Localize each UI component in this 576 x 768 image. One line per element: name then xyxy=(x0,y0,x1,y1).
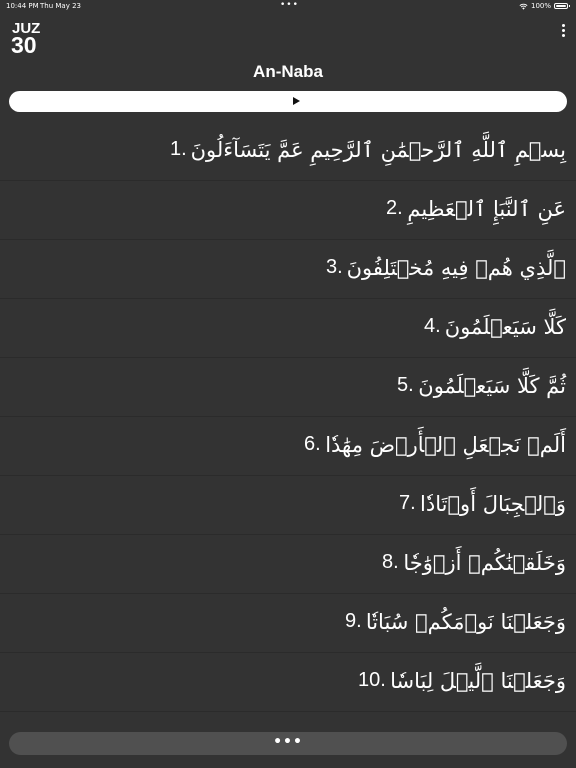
verse-number: 10. xyxy=(358,669,386,691)
status-time: 10:44 PM xyxy=(6,2,39,10)
verse-text: أَلَمۡ نَجۡعَلِ ٱلۡأَرۡضَ مِهَٰدٗا xyxy=(325,433,566,457)
vertical-ellipsis-icon[interactable] xyxy=(560,24,566,38)
verse-row[interactable]: كَلَّا سَيَعۡلَمُونَ 4. xyxy=(0,299,576,358)
verse-row[interactable]: بِسۡمِ ٱللَّهِ ٱلرَّحۡمَٰنِ ٱلرَّحِيمِ ع… xyxy=(0,122,576,181)
verse-text: بِسۡمِ ٱللَّهِ ٱلرَّحۡمَٰنِ ٱلرَّحِيمِ ع… xyxy=(190,138,566,162)
wifi-icon xyxy=(519,3,528,10)
verse-number: 3. xyxy=(326,256,343,278)
verse-number: 1. xyxy=(170,138,187,160)
verse-number: 6. xyxy=(304,433,321,455)
verse-row[interactable]: وَخَلَقۡنَٰكُمۡ أَزۡوَٰجٗا 8. xyxy=(0,535,576,594)
verse-row[interactable]: وَجَعَلۡنَا ٱلَّيۡلَ لِبَاسٗا 10. xyxy=(0,653,576,712)
status-date: Thu May 23 xyxy=(40,2,81,10)
verse-row[interactable]: أَلَمۡ نَجۡعَلِ ٱلۡأَرۡضَ مِهَٰدٗا 6. xyxy=(0,417,576,476)
battery-icon xyxy=(554,3,570,9)
status-right: 100% xyxy=(519,2,570,10)
multitasking-dots[interactable]: ••• xyxy=(280,0,299,10)
verse-number: 4. xyxy=(424,315,441,337)
battery-percent: 100% xyxy=(530,2,551,10)
verse-text: وَجَعَلۡنَا ٱلَّيۡلَ لِبَاسٗا xyxy=(390,669,566,693)
verse-text: وَٱلۡجِبَالَ أَوۡتَادٗا xyxy=(420,492,566,516)
verse-text: كَلَّا سَيَعۡلَمُونَ xyxy=(444,315,566,339)
verse-row[interactable]: ٱلَّذِي هُمۡ فِيهِ مُخۡتَلِفُونَ 3. xyxy=(0,240,576,299)
verse-text: ثُمَّ كَلَّا سَيَعۡلَمُونَ xyxy=(418,374,566,398)
play-icon xyxy=(293,97,300,105)
verse-number: 2. xyxy=(386,197,403,219)
verse-text: وَخَلَقۡنَٰكُمۡ أَزۡوَٰجٗا xyxy=(403,551,566,575)
verse-row[interactable]: وَجَعَلۡنَا نَوۡمَكُمۡ سُبَاتٗا 9. xyxy=(0,594,576,653)
surah-title: An-Naba xyxy=(253,62,323,81)
status-bar: 10:44 PM Thu May 23 ••• 100% xyxy=(0,0,576,12)
verse-text: وَجَعَلۡنَا نَوۡمَكُمۡ سُبَاتٗا xyxy=(365,610,566,634)
juz-number: 30 xyxy=(11,32,37,58)
verse-text: عَنِ ٱلنَّبَإِ ٱلۡعَظِيمِ xyxy=(407,197,566,221)
play-button[interactable] xyxy=(9,91,567,112)
verse-number: 9. xyxy=(345,610,362,632)
more-dots-icon: ••• xyxy=(273,734,303,750)
verse-row[interactable]: عَنِ ٱلنَّبَإِ ٱلۡعَظِيمِ 2. xyxy=(0,181,576,240)
more-button[interactable]: ••• xyxy=(9,732,567,755)
verse-row[interactable]: وَٱلۡجِبَالَ أَوۡتَادٗا 7. xyxy=(0,476,576,535)
verse-list: بِسۡمِ ٱللَّهِ ٱلرَّحۡمَٰنِ ٱلرَّحِيمِ ع… xyxy=(0,122,576,712)
verse-number: 5. xyxy=(397,374,414,396)
verse-text: ٱلَّذِي هُمۡ فِيهِ مُخۡتَلِفُونَ xyxy=(346,256,566,280)
verse-row[interactable]: ثُمَّ كَلَّا سَيَعۡلَمُونَ 5. xyxy=(0,358,576,417)
verse-number: 8. xyxy=(382,551,399,573)
verse-number: 7. xyxy=(399,492,416,514)
